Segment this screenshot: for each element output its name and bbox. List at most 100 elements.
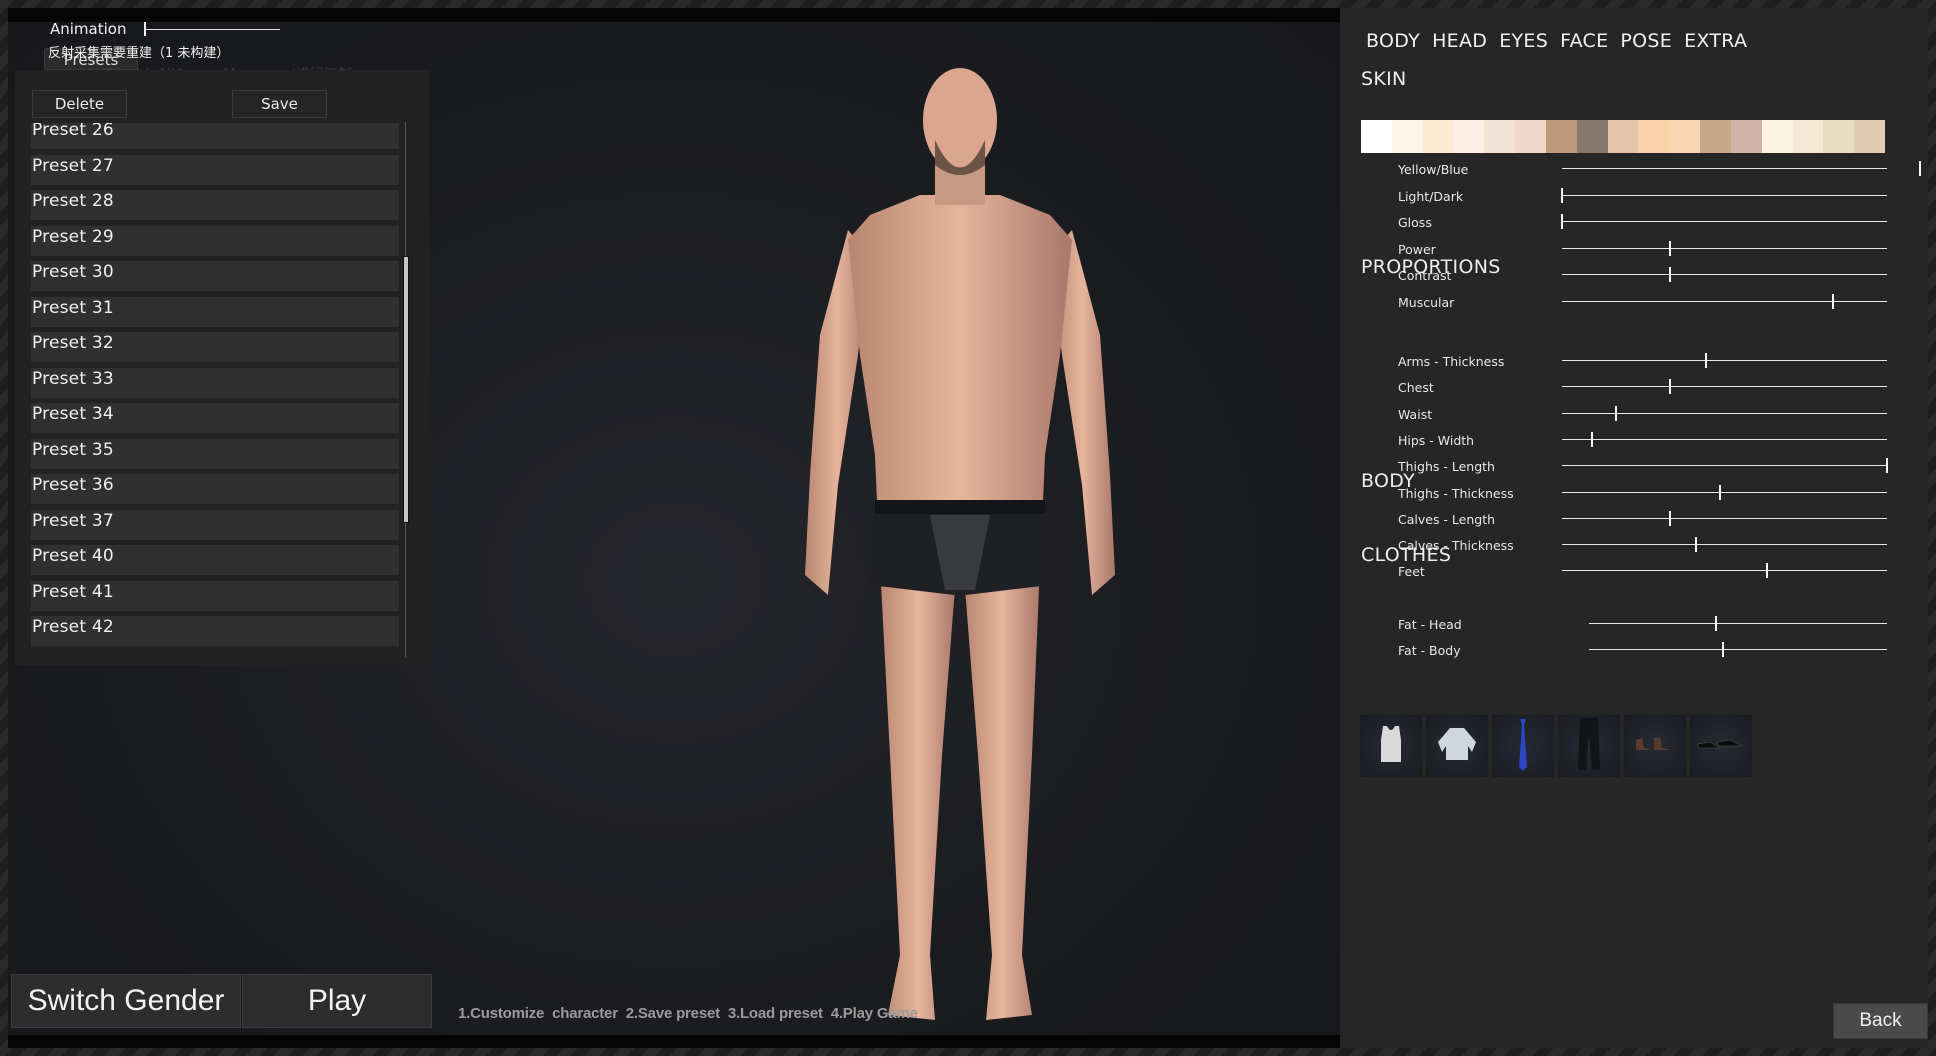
slider-thumb[interactable] [1886,458,1888,474]
preset-item[interactable]: Preset 40 [31,545,399,575]
save-button[interactable]: Save [232,90,327,118]
preset-item[interactable]: Preset 37 [31,509,399,540]
skin-swatch[interactable] [1700,120,1731,153]
skin-swatch[interactable] [1422,120,1454,153]
slider-thumb[interactable] [1669,510,1672,526]
slider-arms-thickness[interactable] [1562,352,1887,368]
skin-swatch[interactable] [1453,120,1485,153]
slider-track [1562,360,1887,361]
slider-calves-thickness[interactable] [1562,536,1887,553]
slider-waist[interactable] [1562,405,1887,421]
skin-swatch[interactable] [1545,120,1577,153]
tab-face[interactable]: FACE [1560,30,1608,52]
slider-thumb[interactable] [1694,537,1697,553]
skin-swatch[interactable] [1638,120,1670,153]
slider-thighs-thickness[interactable] [1562,484,1887,500]
scrollbar-thumb[interactable] [403,255,409,524]
preset-item[interactable]: Preset 31 [31,296,399,327]
slider-muscular[interactable] [1562,293,1887,309]
slider-thumb[interactable] [1714,616,1717,631]
preset-item[interactable]: Preset 26 [31,123,399,149]
slider-track [1562,221,1887,222]
slider-thumb[interactable] [1561,214,1563,229]
preset-item[interactable]: Preset 30 [31,261,399,291]
clothing-item-black-shoes[interactable] [1690,715,1752,777]
slider-fat-body[interactable] [1589,641,1887,657]
skin-swatch[interactable] [1669,120,1701,153]
black-shoes-icon [1696,734,1746,758]
preset-item[interactable]: Preset 32 [31,332,399,362]
animation-slider[interactable] [144,22,280,36]
switch-gender-button[interactable]: Switch Gender [11,974,241,1028]
animation-slider-track [144,29,280,30]
preset-item[interactable]: Preset 34 [31,403,399,433]
slider-thumb[interactable] [1831,293,1834,309]
preset-item[interactable]: Preset 35 [31,438,399,469]
slider-track [1562,194,1887,196]
preset-item[interactable]: Preset 29 [31,225,399,256]
slider-thumb[interactable] [1669,267,1672,282]
slider-contrast[interactable] [1562,266,1887,282]
slider-power[interactable] [1562,240,1887,256]
preset-item[interactable]: Preset 42 [31,616,399,646]
slider-feet[interactable] [1562,562,1887,579]
preset-item[interactable]: Preset 33 [31,367,399,398]
preset-item[interactable]: Preset 36 [31,474,399,504]
slider-light-dark[interactable] [1561,187,1887,203]
slider-thumb[interactable] [1718,484,1721,500]
slider-thumb[interactable] [1705,353,1708,368]
slider-thumb[interactable] [1721,642,1724,657]
preset-item[interactable]: Preset 27 [31,154,399,185]
slider-chest[interactable] [1562,378,1887,395]
customization-panel: BODY HEAD EYES FACE POSE EXTRA SKIN Yellow/Bl… [1340,8,1928,1048]
clothing-item-black-pants[interactable] [1558,715,1620,777]
slider-thumb[interactable] [1669,379,1672,395]
slider-track [1562,274,1887,275]
skin-swatch[interactable] [1484,120,1516,153]
slider-fat-head[interactable] [1589,615,1887,631]
skin-section-title: SKIN [1361,68,1407,90]
slider-thumb[interactable] [1590,431,1593,447]
skin-swatch[interactable] [1515,120,1546,153]
preset-item[interactable]: Preset 41 [31,580,399,611]
skin-swatch[interactable] [1761,120,1793,153]
delete-button[interactable]: Delete [32,90,127,118]
skin-swatch[interactable] [1854,120,1886,153]
character-model[interactable] [770,55,1150,1030]
back-button[interactable]: Back [1833,1003,1928,1039]
clothing-item-brown-boots[interactable] [1624,715,1686,777]
skin-swatch[interactable] [1576,120,1608,153]
animation-slider-thumb[interactable] [144,22,146,36]
slider-calves-length[interactable] [1562,510,1887,526]
slider-yellow-blue[interactable] [1562,160,1921,176]
slider-hips-width[interactable] [1562,431,1887,447]
skin-swatch[interactable] [1361,120,1392,153]
preset-item[interactable]: Preset 28 [31,190,399,220]
skin-swatch[interactable] [1823,120,1855,153]
slider-thumb[interactable] [1765,563,1768,579]
slider-track [1562,465,1887,467]
clothing-item-dress-shirt[interactable] [1426,715,1488,777]
tab-eyes[interactable]: EYES [1499,30,1548,52]
skin-swatch[interactable] [1730,120,1762,153]
clothes-section-title: CLOTHES [1361,544,1452,566]
slider-thighs-length[interactable] [1562,457,1888,474]
slider-track [1589,623,1887,624]
tab-pose[interactable]: POSE [1620,30,1672,52]
skin-swatch[interactable] [1391,120,1423,153]
slider-thumb[interactable] [1669,240,1672,256]
slider-gloss[interactable] [1561,213,1887,229]
clothing-item-blue-tie[interactable] [1492,715,1554,777]
skin-swatch[interactable] [1792,120,1824,153]
brown-boots-icon [1632,734,1678,758]
tab-body[interactable]: BODY [1366,30,1420,52]
play-button[interactable]: Play [242,974,432,1028]
skin-swatch[interactable] [1607,120,1639,153]
tab-extra[interactable]: EXTRA [1684,30,1747,52]
slider-thumb[interactable] [1614,405,1617,421]
slider-thumb[interactable] [1561,187,1563,203]
preset-list-scrollbar[interactable] [403,122,409,657]
slider-thumb[interactable] [1918,161,1921,176]
tab-head[interactable]: HEAD [1432,30,1487,52]
clothing-item-tank-top[interactable] [1360,715,1422,777]
